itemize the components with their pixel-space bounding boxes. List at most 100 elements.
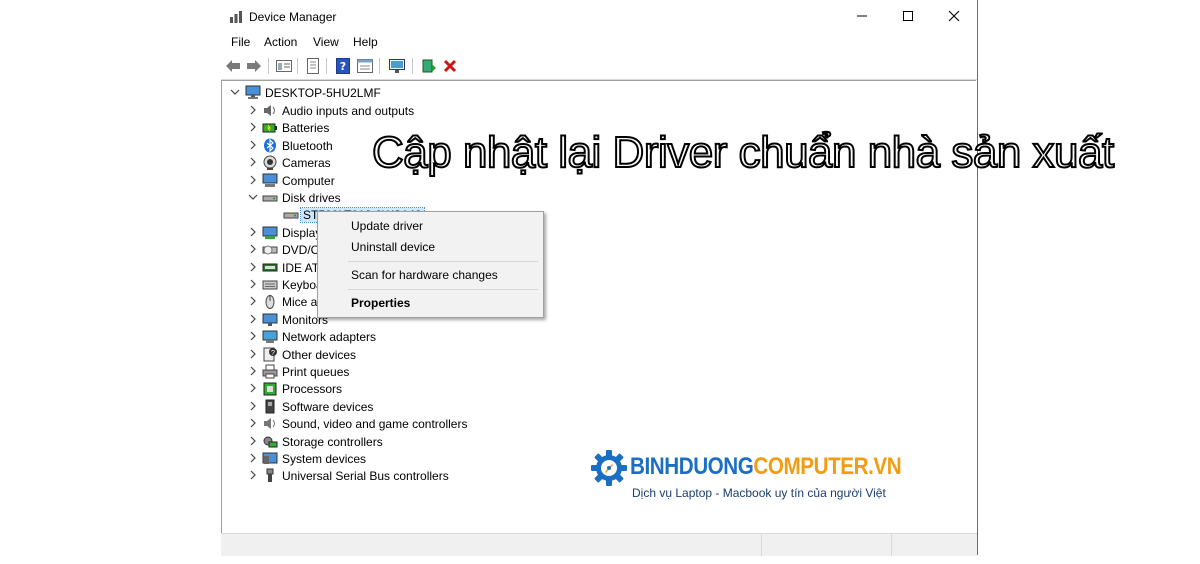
tree-category-item[interactable]: Print queues <box>245 363 665 380</box>
update-driver-menu-item[interactable]: Update driver <box>351 219 423 233</box>
tree-item-label: Audio inputs and outputs <box>282 104 415 118</box>
window-title: Device Manager <box>249 10 337 24</box>
menu-bar: File Action View Help <box>221 32 977 52</box>
status-bar <box>221 533 977 556</box>
tree-item-label: Print queues <box>282 365 350 379</box>
mouse-icon <box>262 294 278 310</box>
tree-category-item[interactable]: ? Other devices <box>245 346 665 363</box>
chevron-right-icon[interactable] <box>248 261 258 273</box>
disk-drive-icon <box>262 190 278 205</box>
properties-menu-item[interactable]: Properties <box>351 296 410 310</box>
computer-name: DESKTOP-5HU2LMF <box>265 86 381 100</box>
sound-controller-icon <box>262 416 278 431</box>
software-device-icon <box>262 399 278 414</box>
tree-category-item[interactable]: Sound, video and game controllers <box>245 415 665 432</box>
computer-icon <box>262 173 278 188</box>
ide-controller-icon <box>262 260 278 275</box>
chevron-down-icon[interactable] <box>230 86 240 98</box>
context-menu: Update driver Uninstall device Scan for … <box>317 211 544 318</box>
chevron-right-icon[interactable] <box>248 139 258 151</box>
usb-icon <box>262 468 278 483</box>
speaker-icon <box>262 103 278 118</box>
help-icon[interactable]: ? <box>334 57 352 75</box>
tree-item-label: Batteries <box>282 121 330 136</box>
minimize-button[interactable] <box>839 0 885 32</box>
maximize-button[interactable] <box>885 0 931 32</box>
chevron-right-icon[interactable] <box>248 243 258 255</box>
printer-icon <box>262 364 278 379</box>
chevron-right-icon[interactable] <box>248 226 258 238</box>
properties-sheet-icon[interactable] <box>304 57 322 75</box>
menu-file[interactable]: File <box>231 35 250 49</box>
chevron-right-icon[interactable] <box>248 330 258 342</box>
tree-item-label: Network adapters <box>282 330 377 345</box>
tree-item-label: Storage controllers <box>282 434 383 449</box>
monitor-icon <box>262 312 278 327</box>
chevron-right-icon[interactable] <box>248 469 258 481</box>
brand-name-part1: BINHDUONG <box>630 453 754 480</box>
chevron-right-icon[interactable] <box>248 435 258 447</box>
back-arrow-icon[interactable] <box>224 57 242 75</box>
chevron-right-icon[interactable] <box>248 174 258 186</box>
chevron-right-icon[interactable] <box>248 104 258 116</box>
title-bar[interactable]: Device Manager <box>221 0 977 32</box>
tree-category-item[interactable]: Storage controllers <box>245 433 665 450</box>
dvd-drive-icon <box>262 242 278 257</box>
chevron-right-icon[interactable] <box>248 400 258 412</box>
brand-name-part2: COMPUTER.VN <box>753 453 902 480</box>
headline-overlay: Cập nhật lại Driver chuẩn nhà sản xuất <box>371 127 1115 178</box>
svg-text:?: ? <box>340 60 346 73</box>
hard-disk-icon <box>283 207 299 222</box>
chevron-right-icon[interactable] <box>248 278 258 290</box>
tree-category-item[interactable]: Processors <box>245 380 665 397</box>
forward-arrow-icon[interactable] <box>245 57 263 75</box>
tree-item-label: Other devices <box>282 347 357 362</box>
tree-category-item[interactable]: Network adapters <box>245 328 665 345</box>
view-details-icon[interactable] <box>356 57 374 75</box>
uninstall-device-menu-item[interactable]: Uninstall device <box>351 240 435 254</box>
scan-hardware-icon[interactable] <box>388 57 406 75</box>
tree-category-item[interactable]: Disk drives <box>245 189 665 206</box>
menu-view[interactable]: View <box>313 35 339 49</box>
storage-controller-icon <box>262 434 278 449</box>
svg-text:?: ? <box>271 350 275 357</box>
unknown-device-icon: ? <box>262 347 278 362</box>
system-device-icon <box>262 451 278 466</box>
chevron-right-icon[interactable] <box>248 382 258 394</box>
menu-action[interactable]: Action <box>264 35 297 49</box>
camera-icon <box>262 155 278 171</box>
chevron-right-icon[interactable] <box>248 417 258 429</box>
chevron-right-icon[interactable] <box>248 313 258 325</box>
chevron-right-icon[interactable] <box>248 365 258 377</box>
tree-item-label: Sound, video and game controllers <box>282 417 468 432</box>
tree-item-label: Disk drives <box>282 191 341 205</box>
brand-watermark: BINHDUONGCOMPUTER.VN Dịch vụ Laptop - Ma… <box>590 449 920 505</box>
tree-item-label: System devices <box>282 452 367 466</box>
toolbar: ? <box>221 53 977 80</box>
display-adapter-icon <box>262 225 278 240</box>
chevron-right-icon[interactable] <box>248 156 258 168</box>
chevron-right-icon[interactable] <box>248 452 258 464</box>
tree-root[interactable]: DESKTOP-5HU2LMF <box>227 84 427 101</box>
network-adapter-icon <box>262 329 278 344</box>
close-button[interactable] <box>931 0 977 32</box>
update-driver-icon[interactable] <box>420 57 438 75</box>
processor-icon <box>262 381 278 396</box>
uninstall-device-icon[interactable] <box>441 57 459 75</box>
chevron-right-icon[interactable] <box>248 295 258 307</box>
chevron-right-icon[interactable] <box>248 121 258 133</box>
chevron-down-icon[interactable] <box>248 191 258 203</box>
bluetooth-icon <box>262 138 278 153</box>
tree-item-label: Cameras <box>282 156 331 171</box>
tree-item-label: Software devices <box>282 399 374 414</box>
tree-category-item[interactable]: Software devices <box>245 398 665 415</box>
chevron-right-icon[interactable] <box>248 348 258 360</box>
tree-category-item[interactable]: Audio inputs and outputs <box>245 102 665 119</box>
tree-item-label: Processors <box>282 382 343 397</box>
show-hide-tree-icon[interactable] <box>275 57 293 75</box>
tree-item-label: Bluetooth <box>282 138 333 153</box>
scan-hardware-menu-item[interactable]: Scan for hardware changes <box>351 268 498 282</box>
tree-item-label: Universal Serial Bus controllers <box>282 469 449 484</box>
brand-name: BINHDUONGCOMPUTER.VN <box>630 453 902 481</box>
menu-help[interactable]: Help <box>353 35 378 49</box>
